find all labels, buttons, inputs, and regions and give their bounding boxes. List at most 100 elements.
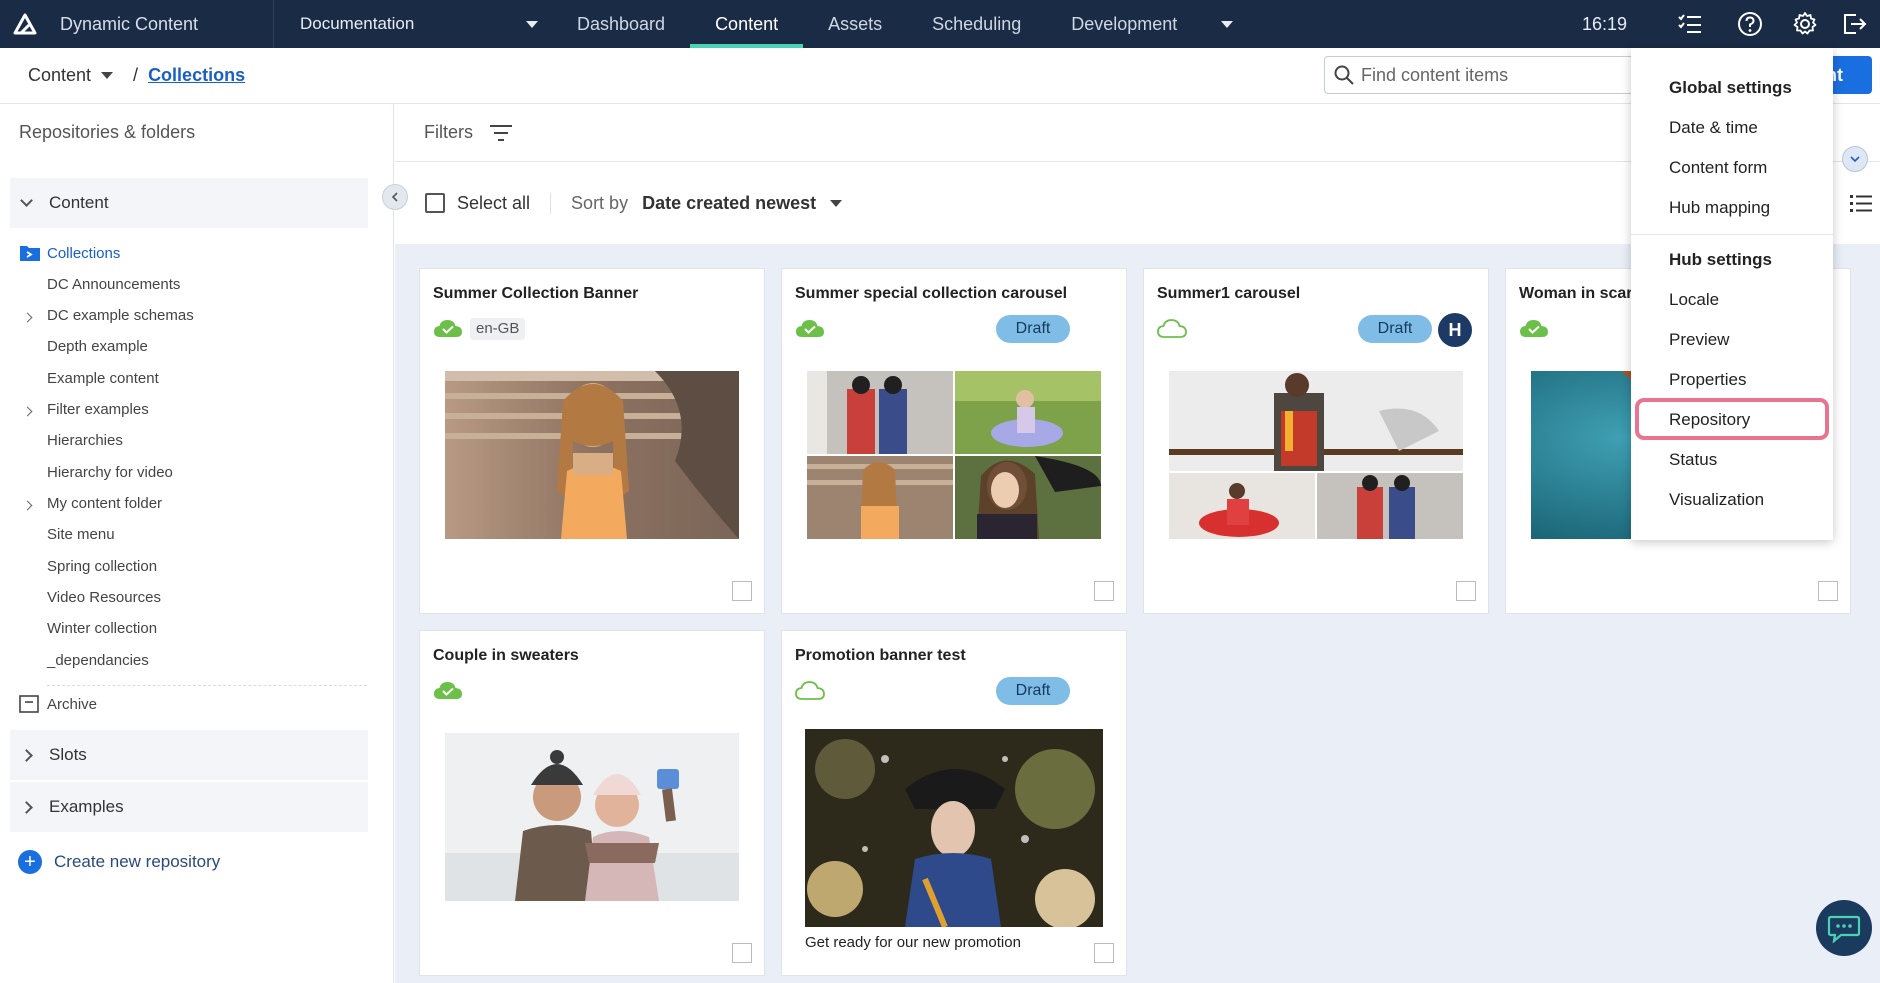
card-checkbox[interactable] [1094,581,1114,601]
menu-divider [1631,234,1833,235]
search-placeholder: Find content items [1361,64,1509,85]
create-repository-label: Create new repository [54,852,221,871]
chevron-down-icon [1221,20,1234,28]
clock: 16:19 [1582,13,1628,34]
sidebar-item-filter-examples[interactable]: Filter examples [47,401,149,418]
menu-item-locale[interactable]: Locale [1669,290,1719,310]
content-card[interactable]: Summer special collection carousel Draft [781,268,1127,614]
search-input[interactable]: Find content items [1324,56,1644,94]
sort-dropdown[interactable]: Date created newest [642,193,843,214]
sidebar-group-examples[interactable]: Examples [10,782,368,832]
sidebar-item-hierarchy-for-video[interactable]: Hierarchy for video [47,464,173,481]
nav-dashboard[interactable]: Dashboard [552,0,690,48]
collapse-sidebar-button[interactable] [382,184,408,210]
thumbnail-tile [807,371,953,454]
logout-icon[interactable] [1840,10,1868,38]
nav-assets[interactable]: Assets [803,0,907,48]
chevron-down-icon [1850,156,1860,163]
chevron-right-icon[interactable] [22,406,33,417]
published-cloud-icon [796,320,824,337]
list-view-icon[interactable] [1828,192,1872,214]
plus-icon: + [18,850,42,874]
sidebar-item-winter-collection[interactable]: Winter collection [47,620,157,637]
menu-item-hub-mapping[interactable]: Hub mapping [1669,198,1770,218]
nav-content[interactable]: Content [690,0,804,48]
chevron-right-icon [20,800,33,814]
card-checkbox[interactable] [1094,943,1114,963]
card-thumbnail [1169,371,1463,539]
menu-item-visualization[interactable]: Visualization [1669,490,1764,510]
nav-development[interactable]: Development [1046,0,1258,48]
brand[interactable]: Dynamic Content [0,0,274,48]
thumbnail-tile [1169,371,1463,471]
content-card[interactable]: Couple in sweaters [419,630,765,976]
sidebar-group-content[interactable]: Content [10,178,368,228]
sidebar-item-hierarchies[interactable]: Hierarchies [47,432,123,449]
published-cloud-icon [434,682,462,699]
menu-heading-global: Global settings [1669,78,1792,97]
sidebar-item-example-content[interactable]: Example content [47,370,159,387]
sidebar-item-dc-announcements[interactable]: DC Announcements [47,276,180,293]
settings-menu: Global settings Date & time Content form… [1631,48,1833,540]
nav-scheduling[interactable]: Scheduling [907,0,1046,48]
sidebar-item-site-menu[interactable]: Site menu [47,526,115,543]
card-title: Summer1 carousel [1157,285,1301,302]
sidebar-item-video-resources[interactable]: Video Resources [47,589,161,606]
nav-label: Development [1071,13,1178,34]
gear-icon[interactable] [1791,10,1819,38]
amplience-logo-icon [13,13,37,35]
card-checkbox[interactable] [732,943,752,963]
card-checkbox[interactable] [1818,581,1838,601]
sidebar-item-archive[interactable]: Archive [47,696,97,713]
sidebar-group-label: Slots [49,745,87,764]
menu-item-content-form[interactable]: Content form [1669,158,1767,178]
content-card[interactable]: Summer Collection Banner en-GB [419,268,765,614]
create-repository-button[interactable]: + Create new repository [18,850,220,874]
card-thumbnail [807,371,1101,539]
help-icon[interactable] [1736,10,1764,38]
published-cloud-icon [434,320,462,337]
breadcrumb-root[interactable]: Content [28,65,114,86]
menu-item-status[interactable]: Status [1669,450,1717,470]
nav-label: Scheduling [932,13,1022,34]
select-all-checkbox[interactable]: Select all [425,192,552,214]
breadcrumb: Content / Collections Find content items… [0,48,1880,104]
tasks-icon[interactable] [1676,10,1704,38]
breadcrumb-root-label: Content [28,65,92,85]
card-thumbnail [445,733,739,901]
sidebar-item-collections[interactable]: Collections [47,245,120,262]
hub-name: Documentation [300,14,415,33]
expand-button[interactable] [1842,146,1868,172]
sidebar-item-dependancies[interactable]: _dependancies [47,652,149,669]
sidebar-group-label: Examples [49,797,124,816]
sidebar-divider [47,685,367,686]
app-name: Dynamic Content [60,13,199,34]
sidebar-item-depth-example[interactable]: Depth example [47,338,148,355]
sidebar-title: Repositories & folders [19,122,196,142]
content-card[interactable]: Summer1 carousel Draft H [1143,268,1489,614]
main-nav: Dashboard Content Assets Scheduling Deve… [552,0,1258,48]
checkbox[interactable] [425,193,445,213]
select-all-label: Select all [457,192,531,213]
menu-item-properties[interactable]: Properties [1669,370,1746,390]
menu-item-date-time[interactable]: Date & time [1669,118,1758,138]
sidebar-group-slots[interactable]: Slots [10,730,368,780]
chevron-right-icon[interactable] [22,500,33,511]
sidebar-item-dc-example-schemas[interactable]: DC example schemas [47,307,194,324]
hub-selector[interactable]: Documentation [274,0,552,48]
chat-button[interactable] [1816,900,1872,956]
card-title: Couple in sweaters [433,647,579,664]
menu-heading-hub: Hub settings [1669,250,1772,269]
menu-item-preview[interactable]: Preview [1669,330,1729,350]
unpublished-cloud-icon [795,681,825,700]
card-title: Promotion banner test [795,647,966,664]
sidebar-item-spring-collection[interactable]: Spring collection [47,558,157,575]
breadcrumb-current[interactable]: Collections [148,65,245,86]
sidebar-item-my-content-folder[interactable]: My content folder [47,495,162,512]
card-checkbox[interactable] [1456,581,1476,601]
nav-label: Dashboard [577,13,666,34]
chevron-right-icon[interactable] [22,312,33,323]
card-checkbox[interactable] [732,581,752,601]
content-card[interactable]: Promotion banner test Draft Get ready fo… [781,630,1127,976]
thumbnail-tile [955,456,1101,539]
